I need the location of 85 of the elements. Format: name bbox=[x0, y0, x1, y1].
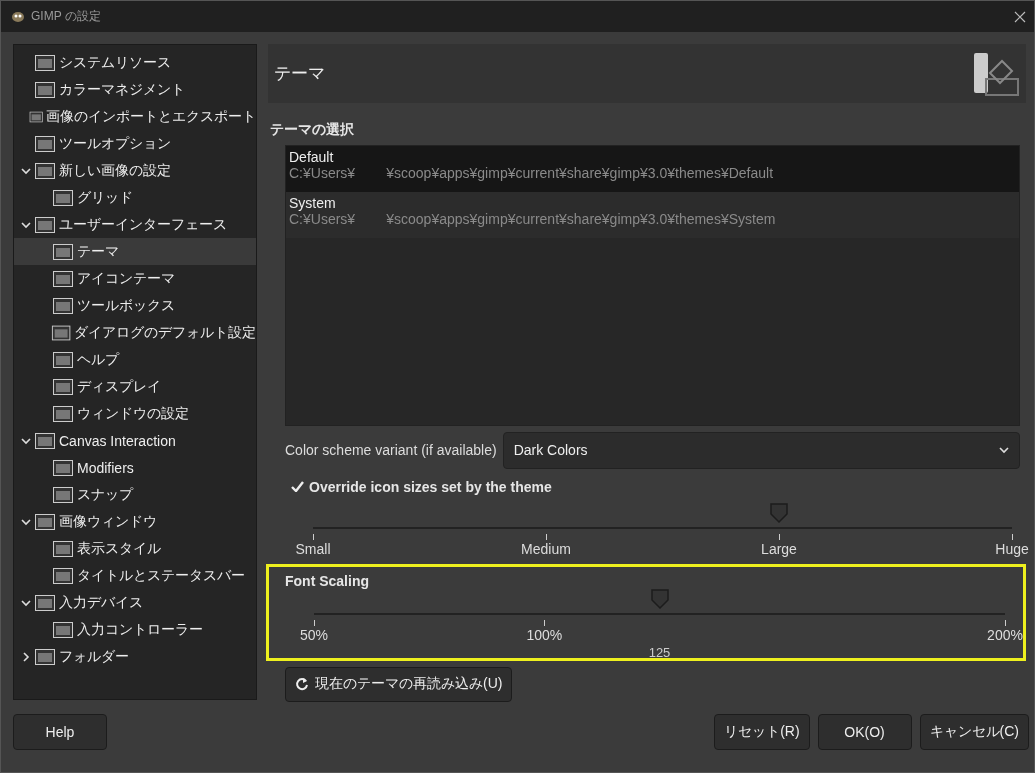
window-icon bbox=[52, 241, 74, 262]
window-icon bbox=[52, 538, 74, 559]
sidebar-item[interactable]: ツールボックス bbox=[14, 292, 256, 319]
tick-label: Huge bbox=[995, 540, 1029, 557]
sidebar-item[interactable]: 画像ウィンドウ bbox=[14, 508, 256, 535]
sidebar-item[interactable]: テーマ bbox=[14, 238, 256, 265]
window-icon bbox=[34, 160, 56, 181]
window-icon bbox=[50, 322, 71, 343]
app-logo-icon bbox=[9, 9, 25, 24]
chevron-icon[interactable] bbox=[21, 516, 31, 527]
palette-icon bbox=[972, 50, 1020, 97]
sidebar-item[interactable]: 入力デバイス bbox=[14, 589, 256, 616]
dialog-button[interactable]: OK(O) bbox=[817, 714, 912, 750]
tick-label: 50% bbox=[300, 626, 328, 643]
sidebar-item[interactable]: ディスプレイ bbox=[14, 373, 256, 400]
chevron-icon[interactable] bbox=[21, 165, 31, 176]
sidebar-item[interactable]: システムリソース bbox=[14, 49, 256, 76]
sidebar-item[interactable]: Canvas Interaction bbox=[14, 427, 256, 454]
window-icon bbox=[52, 565, 74, 586]
slider-title: Font Scaling bbox=[285, 572, 370, 589]
dialog-button[interactable]: リセット(R) bbox=[714, 714, 810, 750]
sidebar-item[interactable]: ウィンドウの設定 bbox=[14, 400, 256, 427]
slider-handle[interactable] bbox=[769, 501, 790, 524]
sidebar-item[interactable]: Modifiers bbox=[14, 454, 256, 481]
window-icon bbox=[52, 403, 74, 424]
theme-name: Default bbox=[289, 149, 335, 166]
window-icon bbox=[52, 619, 74, 640]
dialog-button[interactable]: キャンセル(C) bbox=[919, 714, 1029, 750]
section-title: テーマの選択 bbox=[270, 121, 355, 140]
theme-name: System bbox=[289, 195, 337, 212]
theme-path: C:¥Users¥ ¥scoop¥apps¥gimp¥current¥share¥gimp¥3.0¥themes¥Default bbox=[289, 165, 775, 182]
window-icon bbox=[52, 187, 74, 208]
sidebar-item[interactable]: 新しい画像の設定 bbox=[14, 157, 256, 184]
window-title: GIMP の設定 bbox=[31, 8, 102, 25]
slider-handle[interactable] bbox=[649, 587, 670, 610]
window-icon bbox=[34, 214, 56, 235]
sidebar-item[interactable]: グリッド bbox=[14, 184, 256, 211]
chevron-icon[interactable] bbox=[21, 651, 31, 662]
chevron-icon[interactable] bbox=[21, 435, 31, 446]
window-icon bbox=[34, 592, 56, 613]
sidebar-item[interactable]: ヘルプ bbox=[14, 346, 256, 373]
window-icon bbox=[52, 349, 74, 370]
chevron-icon[interactable] bbox=[21, 219, 31, 230]
window-icon bbox=[34, 52, 56, 73]
field-label: Color scheme variant (if available) bbox=[285, 442, 497, 459]
sidebar-item[interactable]: フォルダー bbox=[14, 643, 256, 670]
window-icon bbox=[34, 430, 56, 451]
reload-icon bbox=[295, 677, 309, 692]
theme-row[interactable]: Default C:¥Users¥ ¥scoop¥apps¥gimp¥current¥share¥gimp¥3.0¥themes¥Default bbox=[286, 146, 1019, 193]
theme-path: C:¥Users¥ ¥scoop¥apps¥gimp¥current¥share¥gimp¥3.0¥themes¥System bbox=[289, 211, 777, 228]
caret-icon bbox=[999, 446, 1009, 454]
sidebar-item[interactable]: 表示スタイル bbox=[14, 535, 256, 562]
window-icon bbox=[52, 457, 74, 478]
sidebar-item[interactable]: ダイアログのデフォルト設定 bbox=[14, 319, 256, 346]
tick-label: Large bbox=[761, 540, 797, 557]
window-icon bbox=[34, 646, 56, 667]
sidebar-item[interactable]: カラーマネジメント bbox=[14, 76, 256, 103]
close-icon[interactable] bbox=[1014, 10, 1026, 23]
window-icon bbox=[52, 376, 74, 397]
slider-value: 125 bbox=[648, 644, 671, 660]
checkbox-label: Override icon sizes set by the theme bbox=[309, 478, 552, 495]
sidebar-item[interactable]: ツールオプション bbox=[14, 130, 256, 157]
sidebar-item[interactable]: 入力コントローラー bbox=[14, 616, 256, 643]
window-icon bbox=[52, 484, 74, 505]
color-scheme-dropdown[interactable]: Dark Colors bbox=[502, 431, 1020, 469]
sidebar-item[interactable]: ユーザーインターフェース bbox=[14, 211, 256, 238]
tick-label: 200% bbox=[987, 626, 1023, 643]
sidebar-item[interactable]: 画像のインポートとエクスポート bbox=[14, 103, 256, 130]
tick-label: Small bbox=[295, 540, 331, 557]
sidebar-item[interactable]: スナップ bbox=[14, 481, 256, 508]
sidebar-item[interactable]: アイコンテーマ bbox=[14, 265, 256, 292]
tick-label: 100% bbox=[526, 626, 563, 643]
window-icon bbox=[52, 268, 74, 289]
help-button[interactable]: Help bbox=[13, 714, 107, 750]
checkbox[interactable] bbox=[290, 479, 304, 494]
window-icon bbox=[34, 511, 56, 532]
sidebar-item[interactable]: タイトルとステータスバー bbox=[14, 562, 256, 589]
theme-row[interactable]: System C:¥Users¥ ¥scoop¥apps¥gimp¥current¥share¥gimp¥3.0¥themes¥System bbox=[286, 192, 1019, 239]
page-title: テーマ bbox=[274, 63, 325, 86]
window-icon bbox=[34, 79, 56, 100]
window-icon bbox=[34, 133, 56, 154]
tick-label: Medium bbox=[521, 540, 571, 557]
window-icon bbox=[52, 295, 74, 316]
chevron-icon[interactable] bbox=[21, 597, 31, 608]
reload-button[interactable]: 現在のテーマの再読み込み(U) bbox=[285, 666, 513, 702]
